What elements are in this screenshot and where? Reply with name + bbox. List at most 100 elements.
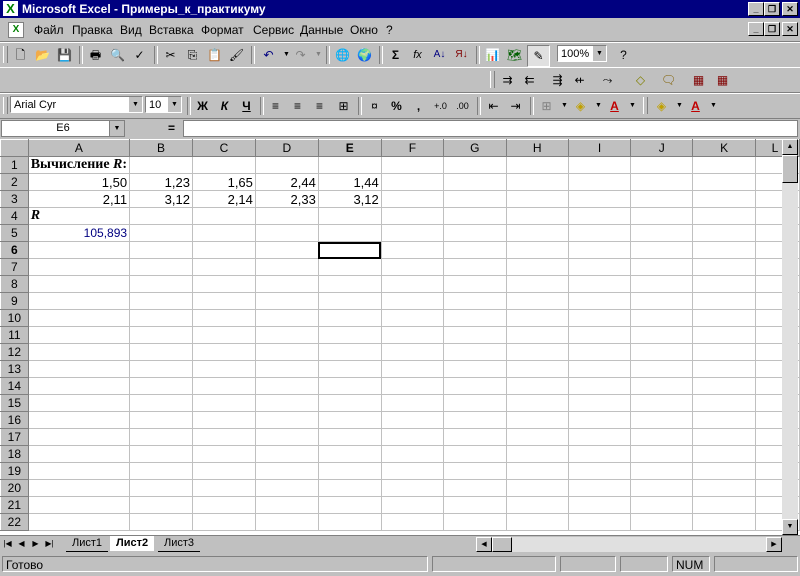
column-header[interactable]: J — [630, 139, 694, 157]
scroll-right-icon[interactable]: ▶ — [766, 537, 782, 552]
column-header[interactable]: B — [129, 139, 193, 157]
cell-E1[interactable] — [317, 156, 382, 174]
cell-K12[interactable] — [692, 343, 756, 361]
underline-button[interactable]: Ч — [236, 96, 257, 116]
cell-G21[interactable] — [443, 496, 507, 514]
cell-I5[interactable] — [567, 224, 632, 242]
prev-sheet-icon[interactable]: ◀ — [16, 537, 27, 551]
cell-H21[interactable] — [505, 496, 569, 514]
cell-J6[interactable] — [630, 241, 694, 259]
cell-D19[interactable] — [254, 462, 319, 480]
cell-C6[interactable] — [191, 241, 256, 259]
last-sheet-icon[interactable]: ▶| — [44, 537, 55, 551]
cell-K10[interactable] — [692, 309, 756, 327]
cell-K21[interactable] — [692, 496, 756, 514]
cell-C4[interactable] — [191, 207, 256, 225]
row-header[interactable]: 11 — [0, 326, 29, 344]
cell-F22[interactable] — [380, 513, 445, 531]
cell-E19[interactable] — [317, 462, 382, 480]
cell-J2[interactable] — [630, 173, 694, 191]
cell-A4[interactable]: R — [27, 207, 131, 225]
cell-C19[interactable] — [191, 462, 256, 480]
cell-C2[interactable]: 1,65 — [191, 173, 256, 191]
cell-D1[interactable] — [254, 156, 319, 174]
cell-E3[interactable]: 3,12 — [317, 190, 382, 208]
font-size-dropdown-icon[interactable]: ▼ — [167, 97, 181, 112]
cell-A18[interactable] — [27, 445, 131, 463]
cell-I9[interactable] — [567, 292, 632, 310]
cell-B8[interactable] — [129, 275, 193, 293]
cell-A17[interactable] — [27, 428, 131, 446]
cell-B17[interactable] — [129, 428, 193, 446]
cell-J7[interactable] — [630, 258, 694, 276]
cell-A1[interactable]: Вычисление R: — [27, 156, 131, 174]
zoom-dropdown-icon[interactable]: ▼ — [592, 46, 606, 61]
trace-precedents-icon[interactable]: ⇉ — [497, 70, 518, 90]
cell-K5[interactable] — [692, 224, 756, 242]
cell-H14[interactable] — [505, 377, 569, 395]
cell-E15[interactable] — [317, 394, 382, 412]
clear-validation-circles-icon[interactable]: ▦ — [712, 70, 733, 90]
cell-F9[interactable] — [380, 292, 445, 310]
cell-H4[interactable] — [505, 207, 569, 225]
cell-G6[interactable] — [443, 241, 507, 259]
cell-I16[interactable] — [567, 411, 632, 429]
web-toolbar-icon[interactable]: 🌐 — [332, 45, 353, 65]
scroll-down-icon[interactable]: ▼ — [782, 519, 798, 535]
cell-A13[interactable] — [27, 360, 131, 378]
drawing-icon[interactable]: ✎ — [527, 45, 550, 67]
cell-A9[interactable] — [27, 292, 131, 310]
cell-B22[interactable] — [129, 513, 193, 531]
document-icon[interactable]: X — [8, 22, 24, 38]
cell-A14[interactable] — [27, 377, 131, 395]
cell-B5[interactable] — [129, 224, 193, 242]
doc-close-button[interactable]: ✕ — [782, 22, 798, 36]
sheet-tab-1[interactable]: Лист1 — [66, 536, 109, 552]
cell-A15[interactable] — [27, 394, 131, 412]
print-preview-icon[interactable]: 🔍 — [107, 45, 128, 65]
menu-help[interactable]: ? — [386, 23, 393, 37]
cell-G12[interactable] — [443, 343, 507, 361]
cell-B3[interactable]: 3,12 — [129, 190, 193, 208]
column-header[interactable]: C — [191, 139, 256, 157]
column-header[interactable]: A — [27, 139, 131, 157]
decrease-indent-icon[interactable]: ⇤ — [483, 96, 504, 116]
cell-A7[interactable] — [27, 258, 131, 276]
cell-D15[interactable] — [254, 394, 319, 412]
cell-I21[interactable] — [567, 496, 632, 514]
font-dropdown-icon[interactable]: ▼ — [128, 97, 142, 112]
cell-E11[interactable] — [317, 326, 382, 344]
cell-B9[interactable] — [129, 292, 193, 310]
bold-button[interactable]: Ж — [192, 96, 213, 116]
toolbar-grip[interactable] — [3, 97, 8, 114]
cell-G5[interactable] — [443, 224, 507, 242]
cell-C17[interactable] — [191, 428, 256, 446]
increase-indent-icon[interactable]: ⇥ — [505, 96, 526, 116]
cell-C5[interactable] — [191, 224, 256, 242]
horizontal-scroll-thumb[interactable] — [492, 537, 512, 552]
cell-E6[interactable] — [317, 241, 382, 259]
excel-app-icon[interactable]: X — [3, 1, 18, 16]
cell-B18[interactable] — [129, 445, 193, 463]
vertical-scroll-thumb[interactable] — [782, 155, 798, 183]
cell-K14[interactable] — [692, 377, 756, 395]
merge-center-icon[interactable]: ⊞ — [333, 96, 354, 116]
cell-H17[interactable] — [505, 428, 569, 446]
cell-G7[interactable] — [443, 258, 507, 276]
cell-J1[interactable] — [630, 156, 694, 174]
open-icon[interactable]: 📂 — [32, 45, 53, 65]
cell-K9[interactable] — [692, 292, 756, 310]
cell-K7[interactable] — [692, 258, 756, 276]
cell-I15[interactable] — [567, 394, 632, 412]
cell-D17[interactable] — [254, 428, 319, 446]
cell-I1[interactable] — [567, 156, 632, 174]
align-center-icon[interactable]: ≡ — [287, 96, 308, 116]
row-header[interactable]: 12 — [0, 343, 29, 361]
cell-B7[interactable] — [129, 258, 193, 276]
cell-H5[interactable] — [505, 224, 569, 242]
cell-A11[interactable] — [27, 326, 131, 344]
cell-I6[interactable] — [567, 241, 632, 259]
cell-G2[interactable] — [443, 173, 507, 191]
cell-C14[interactable] — [191, 377, 256, 395]
cell-H3[interactable] — [505, 190, 569, 208]
